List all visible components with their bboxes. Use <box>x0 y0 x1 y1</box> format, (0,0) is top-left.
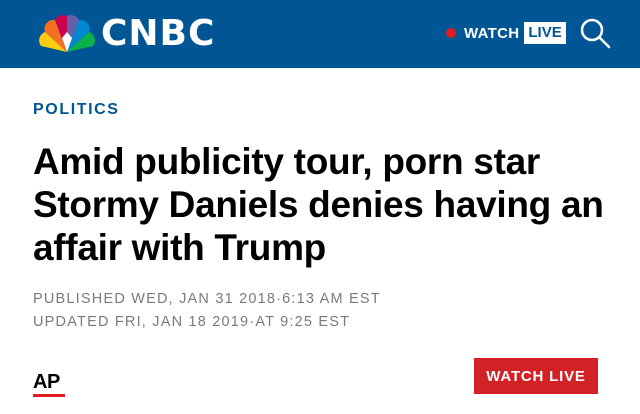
updated-date: UPDATED FRI, JAN 18 2019·AT 9:25 EST <box>33 314 351 330</box>
section-label[interactable]: POLITICS <box>33 101 120 119</box>
watch-label: WATCH <box>464 24 520 42</box>
live-dot-icon <box>446 28 456 38</box>
article-headline: Amid publicity tour, porn star Stormy Da… <box>33 141 604 268</box>
published-date: PUBLISHED WED, JAN 31 2018·6:13 AM EST <box>33 291 381 307</box>
watch-live-button[interactable]: WATCH LIVE <box>474 358 598 394</box>
peacock-logo-icon <box>39 15 95 52</box>
brand-name: CNBC <box>101 13 216 54</box>
cnbc-logo[interactable]: CNBC <box>37 12 215 56</box>
ap-logo-underline <box>33 394 65 397</box>
header-watch-live[interactable]: WATCH LIVE <box>446 20 566 46</box>
live-badge: LIVE <box>524 22 566 44</box>
site-header: CNBC WATCH LIVE <box>0 0 640 68</box>
ap-source-logo: AP <box>33 371 60 393</box>
search-icon[interactable] <box>578 16 612 50</box>
